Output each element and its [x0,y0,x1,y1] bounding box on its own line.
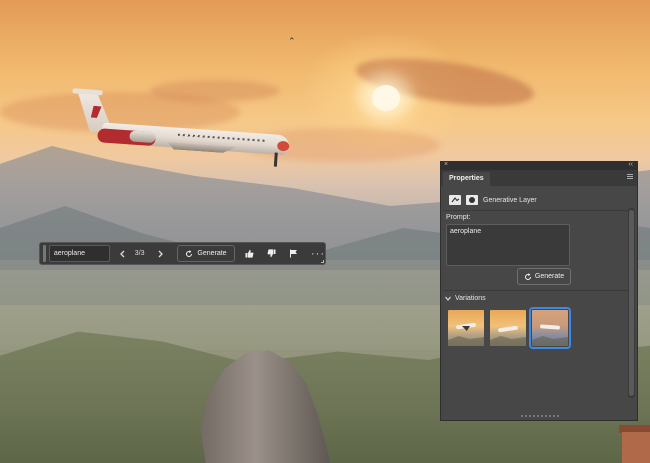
generative-layer-icon [449,195,461,205]
more-horizontal-icon: ··· [311,247,325,260]
generate-label: Generate [197,250,227,257]
panel-tab-bar: Properties [441,170,637,186]
close-panel-icon[interactable]: × [444,161,448,168]
chevron-right-icon [158,250,163,257]
panel-menu-icon[interactable] [627,174,633,180]
collapse-panel-icon[interactable]: ‹‹ [628,161,633,168]
layer-type-label: Generative Layer [483,196,537,204]
regenerate-icon [524,272,531,280]
resize-corner [321,260,324,263]
dislike-button[interactable] [264,245,279,262]
chevron-left-icon [119,250,125,257]
thumbs-up-icon [245,249,254,258]
panel-scrollbar[interactable] [628,208,635,398]
divider [443,210,629,211]
layer-mask-icon [466,195,478,205]
variations-label: Variations [455,295,486,302]
more-options-button[interactable]: ··· [311,248,325,260]
regenerate-icon [186,249,193,257]
airplane-engine [129,130,156,144]
panel-generate-button[interactable]: Generate [517,268,571,285]
report-button[interactable] [286,245,301,262]
layer-type-row: Generative Layer [449,195,537,205]
house [622,432,650,463]
panel-resize-grip[interactable] [521,415,561,417]
variations-grid [448,307,571,349]
airplane-landing-gear [273,152,278,167]
panel-generate-label: Generate [534,273,565,280]
like-button[interactable] [242,245,257,262]
next-variation-button[interactable] [154,245,167,262]
variation-thumbnail[interactable] [490,310,526,346]
thumbs-down-icon [267,249,276,258]
variations-section-header[interactable]: Variations [445,295,486,302]
prompt-textarea[interactable]: aeroplane [446,224,570,266]
drag-handle[interactable] [43,245,46,262]
sun [372,85,400,111]
panel-title-bar[interactable]: × ‹‹ [441,161,637,170]
properties-panel: × ‹‹ Properties Generative Layer Prompt:… [440,161,638,421]
chevron-down-icon [445,296,451,301]
tab-properties[interactable]: Properties [443,172,490,186]
prompt-label: Prompt: [446,214,471,221]
variation-counter: 3/3 [134,250,145,257]
divider [443,290,629,291]
variation-thumbnail-selected[interactable] [529,307,571,349]
scrollbar-thumb[interactable] [629,210,634,396]
prompt-input[interactable]: aeroplane [48,245,110,262]
generate-button[interactable]: Generate [177,245,235,262]
variation-thumbnail[interactable] [448,310,484,346]
airplane-stabilizer [72,88,103,96]
flag-icon [289,249,297,258]
previous-variation-button[interactable] [115,245,128,262]
bird-icon: ⌃ [288,36,296,46]
contextual-task-bar: aeroplane 3/3 Generate ··· [39,242,326,265]
